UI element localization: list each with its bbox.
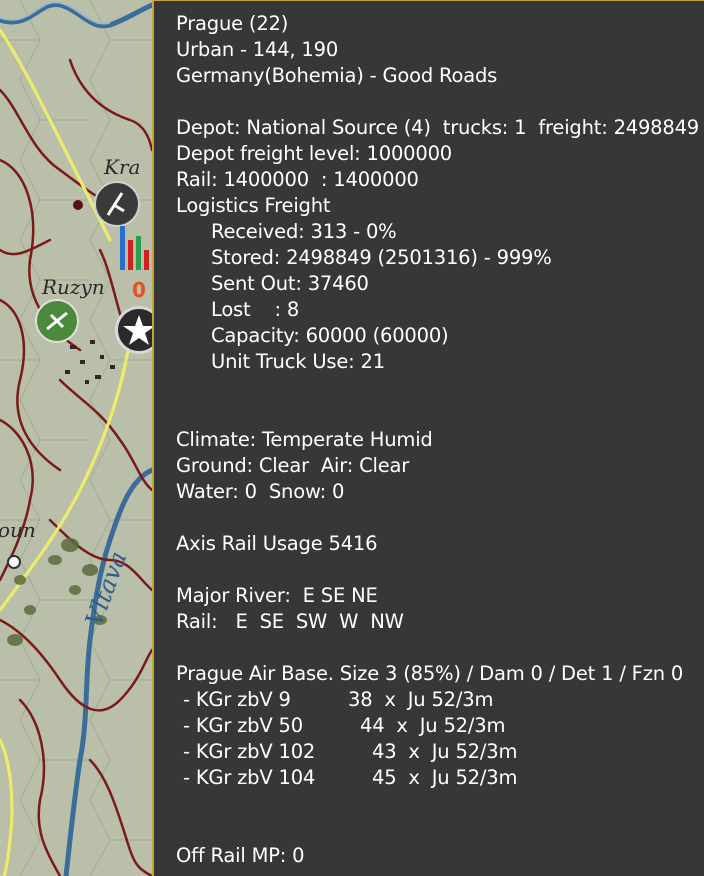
air-unit-count: 43 x Ju 52/3m <box>372 740 518 763</box>
map-label-kra: Kra <box>104 155 141 179</box>
logistics-freight-title: Logistics Freight <box>176 194 331 217</box>
freight-sent-out: Sent Out: 37460 <box>211 272 369 295</box>
depot-freight-level: Depot freight level: 1000000 <box>176 142 452 165</box>
depot-source: Depot: National Source (4) trucks: 1 fre… <box>176 116 700 139</box>
supply-bar-icon <box>116 210 152 274</box>
unit-truck-use: Unit Truck Use: 21 <box>211 350 385 373</box>
terrain-coords: Urban - 144, 190 <box>176 38 339 61</box>
freight-stored: Stored: 2498849 (2501316) - 999% <box>211 246 552 269</box>
air-unit-name: - KGr zbV 102 <box>183 740 316 763</box>
air-unit-count: 44 x Ju 52/3m <box>360 714 506 737</box>
off-rail-mp: Off Rail MP: 0 <box>176 844 305 867</box>
air-unit-name: - KGr zbV 104 <box>183 766 316 789</box>
map-terrain <box>0 0 152 876</box>
air-unit-name: - KGr zbV 9 <box>183 688 291 711</box>
hex-name: Prague (22) <box>176 12 289 35</box>
air-unit-count: 38 x Ju 52/3m <box>348 688 494 711</box>
air-unit-name: - KGr zbV 50 <box>183 714 303 737</box>
water-snow: Water: 0 Snow: 0 <box>176 480 345 503</box>
major-river-sides: Major River: E SE NE <box>176 584 378 607</box>
map-view[interactable]: Kra Ruzyn oun Vltava 0 <box>0 0 152 876</box>
axis-rail-usage: Axis Rail Usage 5416 <box>176 532 378 555</box>
nation-roads: Germany(Bohemia) - Good Roads <box>176 64 498 87</box>
map-label-oun: oun <box>0 518 36 542</box>
freight-received: Received: 313 - 0% <box>211 220 397 243</box>
unit-count-badge: 0 <box>132 278 146 302</box>
fighter-unit-icon[interactable] <box>35 299 79 343</box>
star-hq-icon[interactable] <box>115 306 152 354</box>
freight-lost: Lost : 8 <box>211 298 300 321</box>
climate: Climate: Temperate Humid <box>176 428 433 451</box>
air-unit-count: 45 x Ju 52/3m <box>372 766 518 789</box>
hex-info-panel: Prague (22) Urban - 144, 190 Germany(Boh… <box>152 0 704 876</box>
ground-air-conditions: Ground: Clear Air: Clear <box>176 454 410 477</box>
rail-sides: Rail: E SE SW W NW <box>176 610 404 633</box>
rail-capacity: Rail: 1400000 : 1400000 <box>176 168 419 191</box>
air-base-title: Prague Air Base. Size 3 (85%) / Dam 0 / … <box>176 662 684 685</box>
map-label-ruzyn: Ruzyn <box>42 275 105 299</box>
freight-capacity: Capacity: 60000 (60000) <box>211 324 449 347</box>
